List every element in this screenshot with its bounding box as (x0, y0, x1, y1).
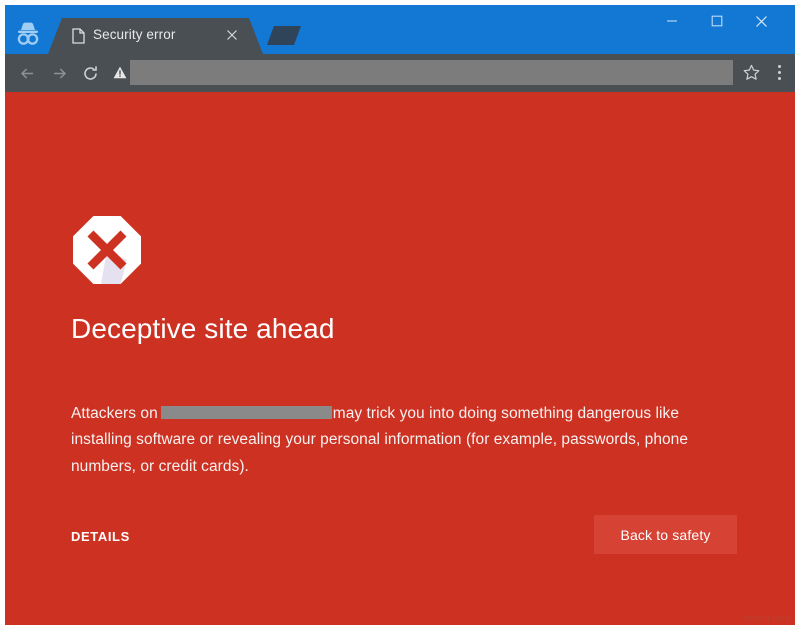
tab-close-icon[interactable] (225, 28, 239, 42)
window-maximize-button[interactable] (694, 5, 739, 37)
body-text-before-site: Attackers on (71, 404, 158, 422)
reload-button[interactable] (78, 61, 102, 85)
page-document-icon (72, 28, 85, 44)
window-close-button[interactable] (739, 5, 784, 37)
back-to-safety-button[interactable]: Back to safety (594, 515, 737, 554)
address-bar[interactable] (109, 60, 733, 85)
details-button[interactable]: DETAILS (71, 529, 130, 544)
page-title: Deceptive site ahead (71, 313, 335, 344)
title-bar: Security error (5, 5, 795, 54)
new-tab-button[interactable] (267, 26, 301, 45)
menu-dot (777, 77, 781, 80)
redacted-site-name (160, 405, 332, 419)
browser-window: Security error Deceptive site ahead Atta… (5, 5, 795, 625)
security-interstitial: Deceptive site ahead Attackers on may tri… (5, 92, 795, 625)
browser-toolbar (5, 54, 795, 92)
warning-triangle-icon[interactable] (109, 60, 130, 85)
tab-strip: Security error (48, 18, 263, 54)
watermark: wsxdn.com (743, 613, 790, 623)
forward-button[interactable] (47, 61, 71, 85)
tab-security-error[interactable]: Security error (48, 18, 263, 54)
star-outline-icon[interactable] (738, 60, 764, 85)
back-button[interactable] (15, 61, 39, 85)
url-input[interactable] (130, 60, 733, 85)
three-dot-vertical-menu-icon[interactable] (767, 60, 791, 85)
menu-dot (777, 71, 781, 74)
window-minimize-button[interactable] (649, 5, 694, 37)
octagon-x-warning-icon (71, 214, 143, 286)
menu-dot (777, 65, 781, 68)
incognito-icon (13, 21, 43, 47)
tab-title: Security error (93, 27, 176, 42)
interstitial-body-text: Attackers on may trick you into doing som… (71, 401, 735, 481)
